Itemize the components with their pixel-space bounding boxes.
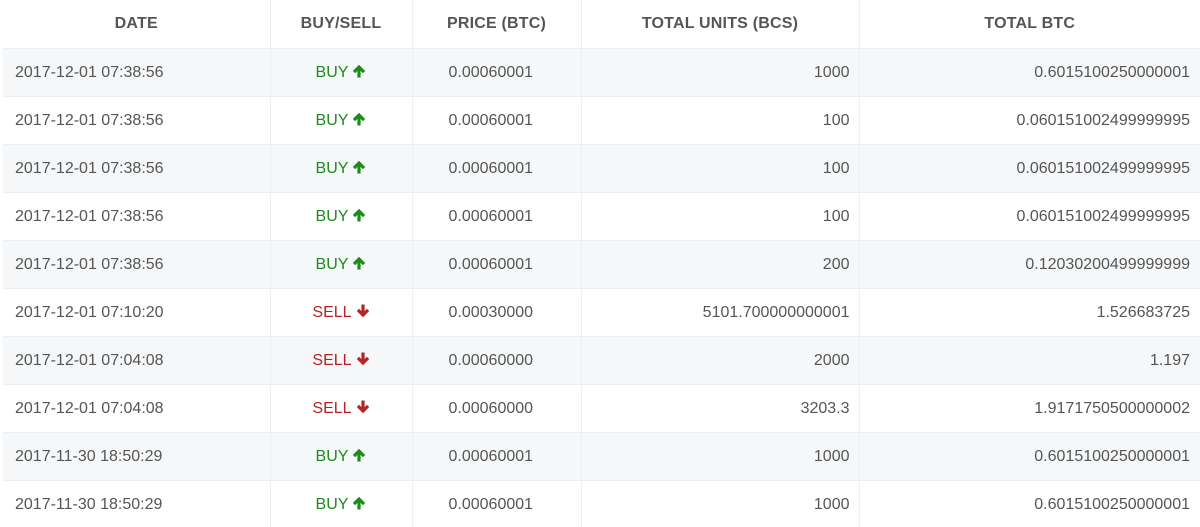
trade-date-cell: 2017-12-01 07:38:56	[3, 96, 271, 145]
trade-side-cell: SELL	[270, 336, 413, 385]
trade-total-btc-cell: 0.6015100250000001	[859, 432, 1200, 481]
trade-total-btc-cell: 0.6015100250000001	[859, 480, 1200, 527]
trade-date-cell: 2017-12-01 07:38:56	[3, 192, 271, 241]
arrow-up-icon	[353, 496, 366, 509]
trade-units-cell: 100	[581, 192, 860, 241]
trade-side-cell: BUY	[270, 192, 413, 241]
trade-side-cell: BUY	[270, 432, 413, 481]
trade-units-cell: 200	[581, 240, 860, 289]
trade-total-btc-cell: 0.6015100250000001	[859, 48, 1200, 97]
table-row: 2017-12-01 07:04:08 SELL 0.00060000 3203.3 1…	[3, 384, 1200, 433]
table-row: 2017-12-01 07:38:56 BUY 0.00060001 100 0.060…	[3, 192, 1200, 241]
trade-date-cell: 2017-12-01 07:04:08	[3, 336, 271, 385]
trade-units-cell: 100	[581, 144, 860, 193]
trade-total-btc-cell: 0.060151002499999995	[859, 192, 1200, 241]
trade-price-cell: 0.00060001	[412, 144, 582, 193]
arrow-up-icon	[353, 208, 366, 221]
trade-total-btc-cell: 1.9171750500000002	[859, 384, 1200, 433]
trade-units-cell: 1000	[581, 48, 860, 97]
buy-label: BUY	[315, 159, 349, 177]
trade-date-cell: 2017-12-01 07:10:20	[3, 288, 271, 337]
arrow-up-icon	[353, 112, 366, 125]
trade-date-cell: 2017-11-30 18:50:29	[3, 480, 271, 527]
sell-label: SELL	[312, 399, 352, 417]
trade-date-cell: 2017-12-01 07:38:56	[3, 240, 271, 289]
table-row: 2017-12-01 07:10:20 SELL 0.00030000 5101.70…	[3, 288, 1200, 337]
arrow-up-icon	[353, 256, 366, 269]
trade-units-cell: 1000	[581, 480, 860, 527]
trade-total-btc-cell: 0.12030200499999999	[859, 240, 1200, 289]
table-body: 2017-12-01 07:38:56 BUY 0.00060001 1000 0.60…	[3, 48, 1200, 527]
table-header-row: DATE BUY/SELL PRICE (BTC) TOTAL UNITS (B…	[3, 0, 1200, 49]
trade-total-btc-cell: 1.526683725	[859, 288, 1200, 337]
column-header-price[interactable]: PRICE (BTC)	[412, 0, 582, 49]
trade-side-cell: BUY	[270, 144, 413, 193]
trade-price-cell: 0.00060000	[412, 384, 582, 433]
trade-total-btc-cell: 0.060151002499999995	[859, 144, 1200, 193]
trade-date-cell: 2017-12-01 07:04:08	[3, 384, 271, 433]
table-row: 2017-12-01 07:38:56 BUY 0.00060001 1000 0.60…	[3, 48, 1200, 97]
trade-total-btc-cell: 0.060151002499999995	[859, 96, 1200, 145]
trade-history: DATE BUY/SELL PRICE (BTC) TOTAL UNITS (B…	[0, 0, 1200, 527]
trade-price-cell: 0.00060001	[412, 192, 582, 241]
trade-units-cell: 3203.3	[581, 384, 860, 433]
buy-label: BUY	[315, 207, 349, 225]
trade-price-cell: 0.00060000	[412, 336, 582, 385]
arrow-down-icon	[356, 304, 369, 317]
trade-side-cell: BUY	[270, 96, 413, 145]
sell-label: SELL	[312, 351, 352, 369]
trade-price-cell: 0.00060001	[412, 96, 582, 145]
column-header-total-units[interactable]: TOTAL UNITS (BCS)	[581, 0, 860, 49]
buy-label: BUY	[315, 63, 349, 81]
trade-side-cell: BUY	[270, 480, 413, 527]
trade-side-cell: BUY	[270, 240, 413, 289]
column-header-buy-sell[interactable]: BUY/SELL	[270, 0, 413, 49]
table-row: 2017-11-30 18:50:29 BUY 0.00060001 1000 0.60…	[3, 432, 1200, 481]
table-row: 2017-12-01 07:38:56 BUY 0.00060001 100 0.060…	[3, 96, 1200, 145]
trade-units-cell: 2000	[581, 336, 860, 385]
buy-label: BUY	[315, 447, 349, 465]
trade-history-table: DATE BUY/SELL PRICE (BTC) TOTAL UNITS (B…	[3, 0, 1200, 527]
trade-units-cell: 1000	[581, 432, 860, 481]
trade-price-cell: 0.00060001	[412, 480, 582, 527]
trade-date-cell: 2017-11-30 18:50:29	[3, 432, 271, 481]
trade-price-cell: 0.00060001	[412, 48, 582, 97]
column-header-date[interactable]: DATE	[3, 0, 271, 49]
trade-date-cell: 2017-12-01 07:38:56	[3, 48, 271, 97]
table-row: 2017-12-01 07:38:56 BUY 0.00060001 100 0.060…	[3, 144, 1200, 193]
trade-side-cell: BUY	[270, 48, 413, 97]
trade-side-cell: SELL	[270, 384, 413, 433]
trade-price-cell: 0.00060001	[412, 240, 582, 289]
buy-label: BUY	[315, 111, 349, 129]
trade-side-cell: SELL	[270, 288, 413, 337]
arrow-up-icon	[353, 448, 366, 461]
arrow-up-icon	[353, 160, 366, 173]
trade-price-cell: 0.00030000	[412, 288, 582, 337]
column-header-total-btc[interactable]: TOTAL BTC	[859, 0, 1200, 49]
trade-price-cell: 0.00060001	[412, 432, 582, 481]
trade-total-btc-cell: 1.197	[859, 336, 1200, 385]
sell-label: SELL	[312, 303, 352, 321]
arrow-down-icon	[356, 352, 369, 365]
trade-units-cell: 5101.700000000001	[581, 288, 860, 337]
arrow-up-icon	[353, 64, 366, 77]
buy-label: BUY	[315, 255, 349, 273]
table-row: 2017-11-30 18:50:29 BUY 0.00060001 1000 0.60…	[3, 480, 1200, 527]
trade-units-cell: 100	[581, 96, 860, 145]
table-row: 2017-12-01 07:38:56 BUY 0.00060001 200 0.120…	[3, 240, 1200, 289]
table-row: 2017-12-01 07:04:08 SELL 0.00060000 2000 1.1…	[3, 336, 1200, 385]
trade-date-cell: 2017-12-01 07:38:56	[3, 144, 271, 193]
arrow-down-icon	[356, 400, 369, 413]
buy-label: BUY	[315, 495, 349, 513]
